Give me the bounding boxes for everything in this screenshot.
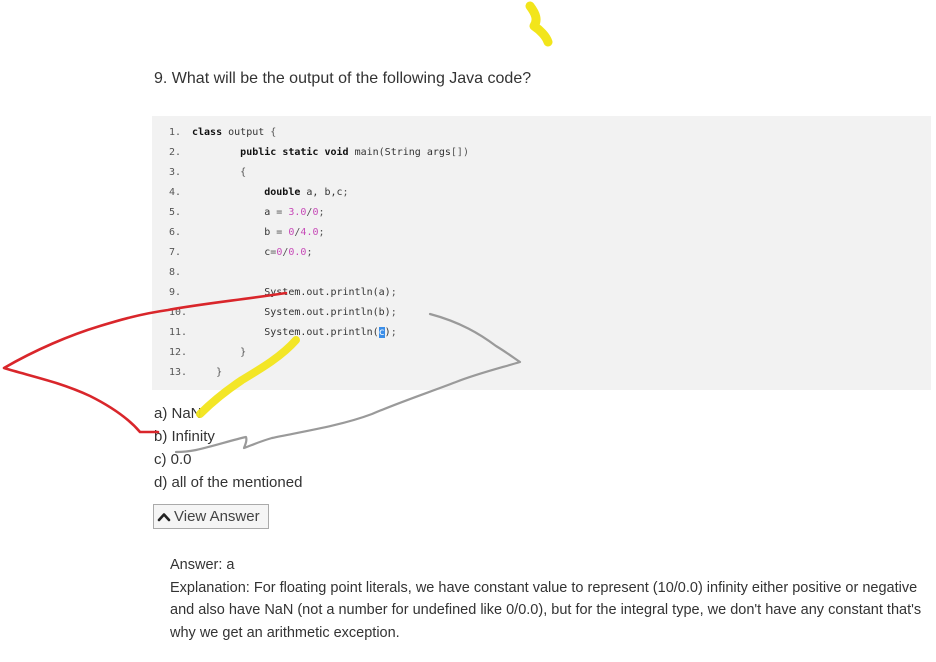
line-number: 9. bbox=[169, 287, 182, 298]
line-number: 13. bbox=[169, 367, 188, 378]
answer-title: Answer: a bbox=[170, 557, 235, 573]
code-text: } bbox=[192, 343, 246, 363]
code-text: double a, b,c; bbox=[192, 183, 349, 203]
code-token: c bbox=[192, 247, 271, 258]
answer-explanation: Explanation: For floating point literals… bbox=[170, 579, 922, 641]
code-token: output bbox=[222, 127, 271, 138]
code-token: ; bbox=[390, 287, 397, 298]
line-number: 12. bbox=[169, 347, 188, 358]
code-token: double bbox=[264, 187, 301, 198]
code-text: a = 3.0/0; bbox=[192, 203, 325, 223]
line-number: 11. bbox=[169, 327, 188, 338]
option-a: a) NaN bbox=[154, 405, 202, 422]
line-number: 8. bbox=[169, 267, 182, 278]
code-token: ; bbox=[390, 327, 397, 338]
code-token: b bbox=[192, 227, 277, 238]
code-text: class output { bbox=[192, 123, 276, 143]
code-token: []) bbox=[450, 147, 469, 158]
code-token: System.out.println( bbox=[192, 327, 379, 338]
code-token: } bbox=[240, 347, 247, 358]
code-token: ; bbox=[318, 227, 325, 238]
code-block: 1. class output {2. public static void ma… bbox=[152, 116, 931, 390]
line-number: 4. bbox=[169, 187, 182, 198]
code-text: public static void main(String args[]) bbox=[192, 143, 469, 163]
code-token: 3.0 bbox=[288, 207, 307, 218]
code-token: ; bbox=[342, 187, 349, 198]
question-title: 9. What will be the output of the follow… bbox=[154, 70, 532, 87]
answer-panel: Answer: a Explanation: For floating poin… bbox=[170, 554, 930, 644]
view-answer-button[interactable]: View Answer bbox=[153, 504, 269, 529]
code-token: public static void bbox=[240, 147, 349, 158]
line-number: 6. bbox=[169, 227, 182, 238]
line-number: 5. bbox=[169, 207, 182, 218]
code-token: 0.0 bbox=[288, 247, 307, 258]
option-c: c) 0.0 bbox=[154, 451, 192, 468]
code-text: System.out.println(b); bbox=[192, 303, 397, 323]
line-number: 10. bbox=[169, 307, 188, 318]
code-text: } bbox=[192, 363, 222, 383]
code-token: System.out.println(a) bbox=[192, 287, 391, 298]
code-token: ; bbox=[318, 207, 325, 218]
code-token: } bbox=[216, 367, 223, 378]
code-token: 4.0 bbox=[300, 227, 319, 238]
option-b: b) Infinity bbox=[154, 428, 215, 445]
answer-options: a) NaN b) Infinity c) 0.0 d) all of the … bbox=[154, 402, 302, 494]
code-text: b = 0/4.0; bbox=[192, 223, 325, 243]
code-token: a, b,c bbox=[300, 187, 343, 198]
line-number: 3. bbox=[169, 167, 182, 178]
view-answer-label: View Answer bbox=[174, 508, 260, 525]
option-d: d) all of the mentioned bbox=[154, 474, 303, 491]
code-token: ; bbox=[390, 307, 397, 318]
code-token: ; bbox=[306, 247, 313, 258]
code-token: { bbox=[270, 127, 277, 138]
code-token: { bbox=[240, 167, 247, 178]
code-token: class bbox=[192, 127, 223, 138]
code-text: System.out.println(a); bbox=[192, 283, 397, 303]
line-number: 1. bbox=[169, 127, 182, 138]
code-text: c=0/0.0; bbox=[192, 243, 312, 263]
yellow-highlight-mark-top bbox=[525, 1, 553, 47]
code-token: System.out.println(b) bbox=[192, 307, 391, 318]
code-text: System.out.println(c); bbox=[192, 323, 397, 343]
caret-up-icon bbox=[157, 510, 171, 524]
code-token: main(String args bbox=[348, 147, 451, 158]
code-text: { bbox=[192, 163, 246, 183]
line-number: 2. bbox=[169, 147, 182, 158]
line-number: 7. bbox=[169, 247, 182, 258]
code-token: a bbox=[192, 207, 277, 218]
